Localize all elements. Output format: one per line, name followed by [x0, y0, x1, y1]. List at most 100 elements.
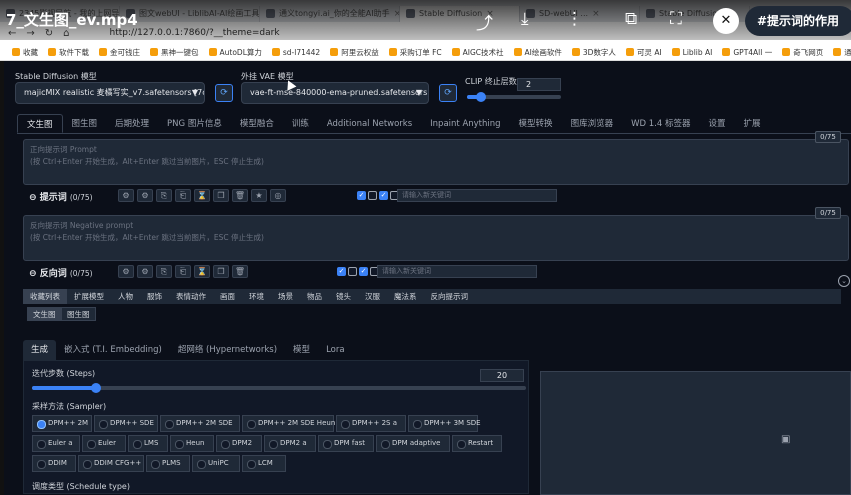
steps-slider[interactable] [32, 383, 526, 393]
clock-icon[interactable] [368, 191, 377, 200]
category-item[interactable]: 场景 [271, 289, 300, 304]
bookmark-item[interactable]: 通义 [833, 47, 851, 58]
bookmark-item[interactable]: Liblib AI [671, 48, 712, 57]
browser-tab[interactable]: 图文webUI - LiblibAI-AI绘画工具× [120, 5, 260, 22]
gear-icon[interactable]: ⚙ [137, 189, 153, 202]
duplicate-icon[interactable]: ❐ [213, 189, 229, 202]
tab-hypernetworks[interactable]: 超网络 (Hypernetworks) [170, 340, 285, 360]
category-item[interactable]: 表情动作 [169, 289, 213, 304]
settings-icon[interactable]: ⚙ [118, 189, 134, 202]
negative-tag-input[interactable]: 请输入新关键词 [377, 265, 537, 278]
sampler-option[interactable]: LCM [242, 455, 286, 472]
category-item[interactable]: 人物 [111, 289, 140, 304]
browser-tab[interactable]: 通义tongyi.ai_你的全能AI助手× [260, 5, 400, 22]
sampler-option[interactable]: DPM++ SDE [94, 415, 158, 432]
tab-png-info[interactable]: PNG 图片信息 [158, 114, 231, 133]
tab-gallery[interactable]: 图库浏览器 [562, 114, 623, 133]
share-icon[interactable]: ⤴ [476, 9, 493, 34]
bookmark-item[interactable]: 3D数字人 [571, 47, 616, 58]
subtab-img2img[interactable]: 图生图 [61, 307, 96, 321]
sampler-option[interactable]: DPM2 a [264, 435, 316, 452]
category-item[interactable]: 魔法系 [387, 289, 424, 304]
tab-train[interactable]: 训练 [283, 114, 318, 133]
bookmark-item[interactable]: 收藏 [12, 47, 38, 58]
bookmark-item[interactable]: 采购订单 FC [388, 47, 442, 58]
refresh-icon[interactable]: ⟳ [215, 84, 233, 102]
tab-extras[interactable]: 后期处理 [106, 114, 158, 133]
globe-icon[interactable]: ◎ [270, 189, 286, 202]
tab-additional-networks[interactable]: Additional Networks [318, 114, 421, 133]
copy-icon[interactable]: ⎘ [156, 265, 172, 278]
history-icon[interactable]: ⌛ [194, 189, 210, 202]
paste-icon[interactable]: ⎗ [175, 189, 191, 202]
subtab-txt2img[interactable]: 文生图 [27, 307, 62, 321]
sampler-option[interactable]: Euler a [32, 435, 80, 452]
prompt-tag-input[interactable]: 请输入新关键词 [397, 189, 557, 202]
picture-in-picture-icon[interactable]: ⧉ [625, 9, 637, 29]
close-video-button[interactable]: ✕ [713, 8, 739, 34]
sampler-option[interactable]: DPM2 [216, 435, 262, 452]
tab-merge[interactable]: 模型融合 [231, 114, 283, 133]
sampler-option[interactable]: DPM++ 3M SDE [408, 415, 481, 432]
sampler-option[interactable]: LMS [128, 435, 168, 452]
vae-select[interactable]: vae-ft-mse-840000-ema-pruned.safetensors… [241, 82, 429, 104]
paste-icon[interactable]: ⎗ [175, 265, 191, 278]
sampler-option[interactable]: DPM++ 2S a [336, 415, 406, 432]
tab-generate[interactable]: 生成 [23, 340, 57, 360]
checkbox-icon[interactable]: ✓ [337, 267, 346, 276]
category-item[interactable]: 扩展模型 [67, 289, 111, 304]
tab-inpaint-anything[interactable]: Inpaint Anything [421, 114, 509, 133]
tab-txt2img[interactable]: 文生图 [17, 114, 63, 133]
refresh-icon[interactable]: ⟳ [439, 84, 457, 102]
clock-icon[interactable] [348, 267, 357, 276]
category-favorites[interactable]: 收藏列表 [23, 289, 67, 304]
bookmark-item[interactable]: GPT4All 一 [722, 47, 772, 58]
checkbox-icon[interactable]: ✓ [359, 267, 368, 276]
clip-slider[interactable] [467, 92, 561, 102]
more-icon[interactable]: ⋮ [566, 9, 583, 29]
collapse-icon[interactable]: ⌄ [838, 275, 850, 287]
steps-slider-handle[interactable] [91, 383, 101, 393]
bookmark-item[interactable]: sd-l71442 [271, 48, 320, 57]
checkbox-icon[interactable]: ✓ [379, 191, 388, 200]
checkbox-icon[interactable]: ✓ [357, 191, 366, 200]
tab-model-convert[interactable]: 模型转换 [510, 114, 562, 133]
tab-wd-tagger[interactable]: WD 1.4 标签器 [622, 114, 699, 133]
settings-icon[interactable]: ⚙ [118, 265, 134, 278]
sampler-option[interactable]: Heun [170, 435, 214, 452]
sampler-option[interactable]: Restart [452, 435, 502, 452]
duplicate-icon[interactable]: ❐ [213, 265, 229, 278]
tab-extensions[interactable]: 扩展 [734, 114, 769, 133]
sampler-option[interactable]: DDIM CFG++ [78, 455, 144, 472]
sampler-option[interactable]: DPM++ 2M SDE [160, 415, 240, 432]
trash-icon[interactable]: 🗑 [232, 265, 248, 278]
clip-number-input[interactable]: 2 [517, 78, 561, 91]
sd-model-select[interactable]: majicMIX realistic 麦橘写实_v7.safetensors [… [15, 82, 205, 104]
close-tab-icon[interactable]: × [592, 9, 600, 19]
prompt-textarea[interactable]: 正向提示词 Prompt (按 Ctrl+Enter 开始生成，Alt+Ente… [23, 139, 849, 185]
category-item[interactable]: 环境 [242, 289, 271, 304]
sampler-option[interactable]: UniPC [192, 455, 240, 472]
bookmark-item[interactable]: 软件下载 [48, 47, 89, 58]
bookmark-item[interactable]: AI绘画软件 [513, 47, 562, 58]
sampler-option[interactable]: DDIM [32, 455, 76, 472]
category-item[interactable]: 物品 [300, 289, 329, 304]
tab-settings[interactable]: 设置 [699, 114, 734, 133]
history-icon[interactable]: ⌛ [194, 265, 210, 278]
sampler-option[interactable]: Euler [82, 435, 126, 452]
tab-model[interactable]: 模型 [285, 340, 318, 360]
negative-accordion[interactable]: ⊖ 反向词 (0/75) [29, 266, 93, 279]
bookmark-item[interactable]: 金可钱庄 [99, 47, 140, 58]
sampler-option[interactable]: DPM adaptive [376, 435, 450, 452]
bookmark-item[interactable]: AutoDL算力 [208, 47, 262, 58]
browser-tab-active[interactable]: Stable Diffusion × [400, 5, 520, 22]
bookmark-item[interactable]: 可灵 AI [625, 47, 662, 58]
prompt-accordion[interactable]: ⊖ 提示词 (0/75) [29, 190, 93, 203]
category-item[interactable]: 汉服 [358, 289, 387, 304]
clip-slider-handle[interactable] [476, 92, 486, 102]
sampler-option[interactable]: DPM++ 2M [32, 415, 92, 432]
gear-icon[interactable]: ⚙ [137, 265, 153, 278]
sampler-option[interactable]: DPM fast [318, 435, 374, 452]
sampler-option[interactable]: PLMS [146, 455, 190, 472]
category-item[interactable]: 画面 [213, 289, 242, 304]
